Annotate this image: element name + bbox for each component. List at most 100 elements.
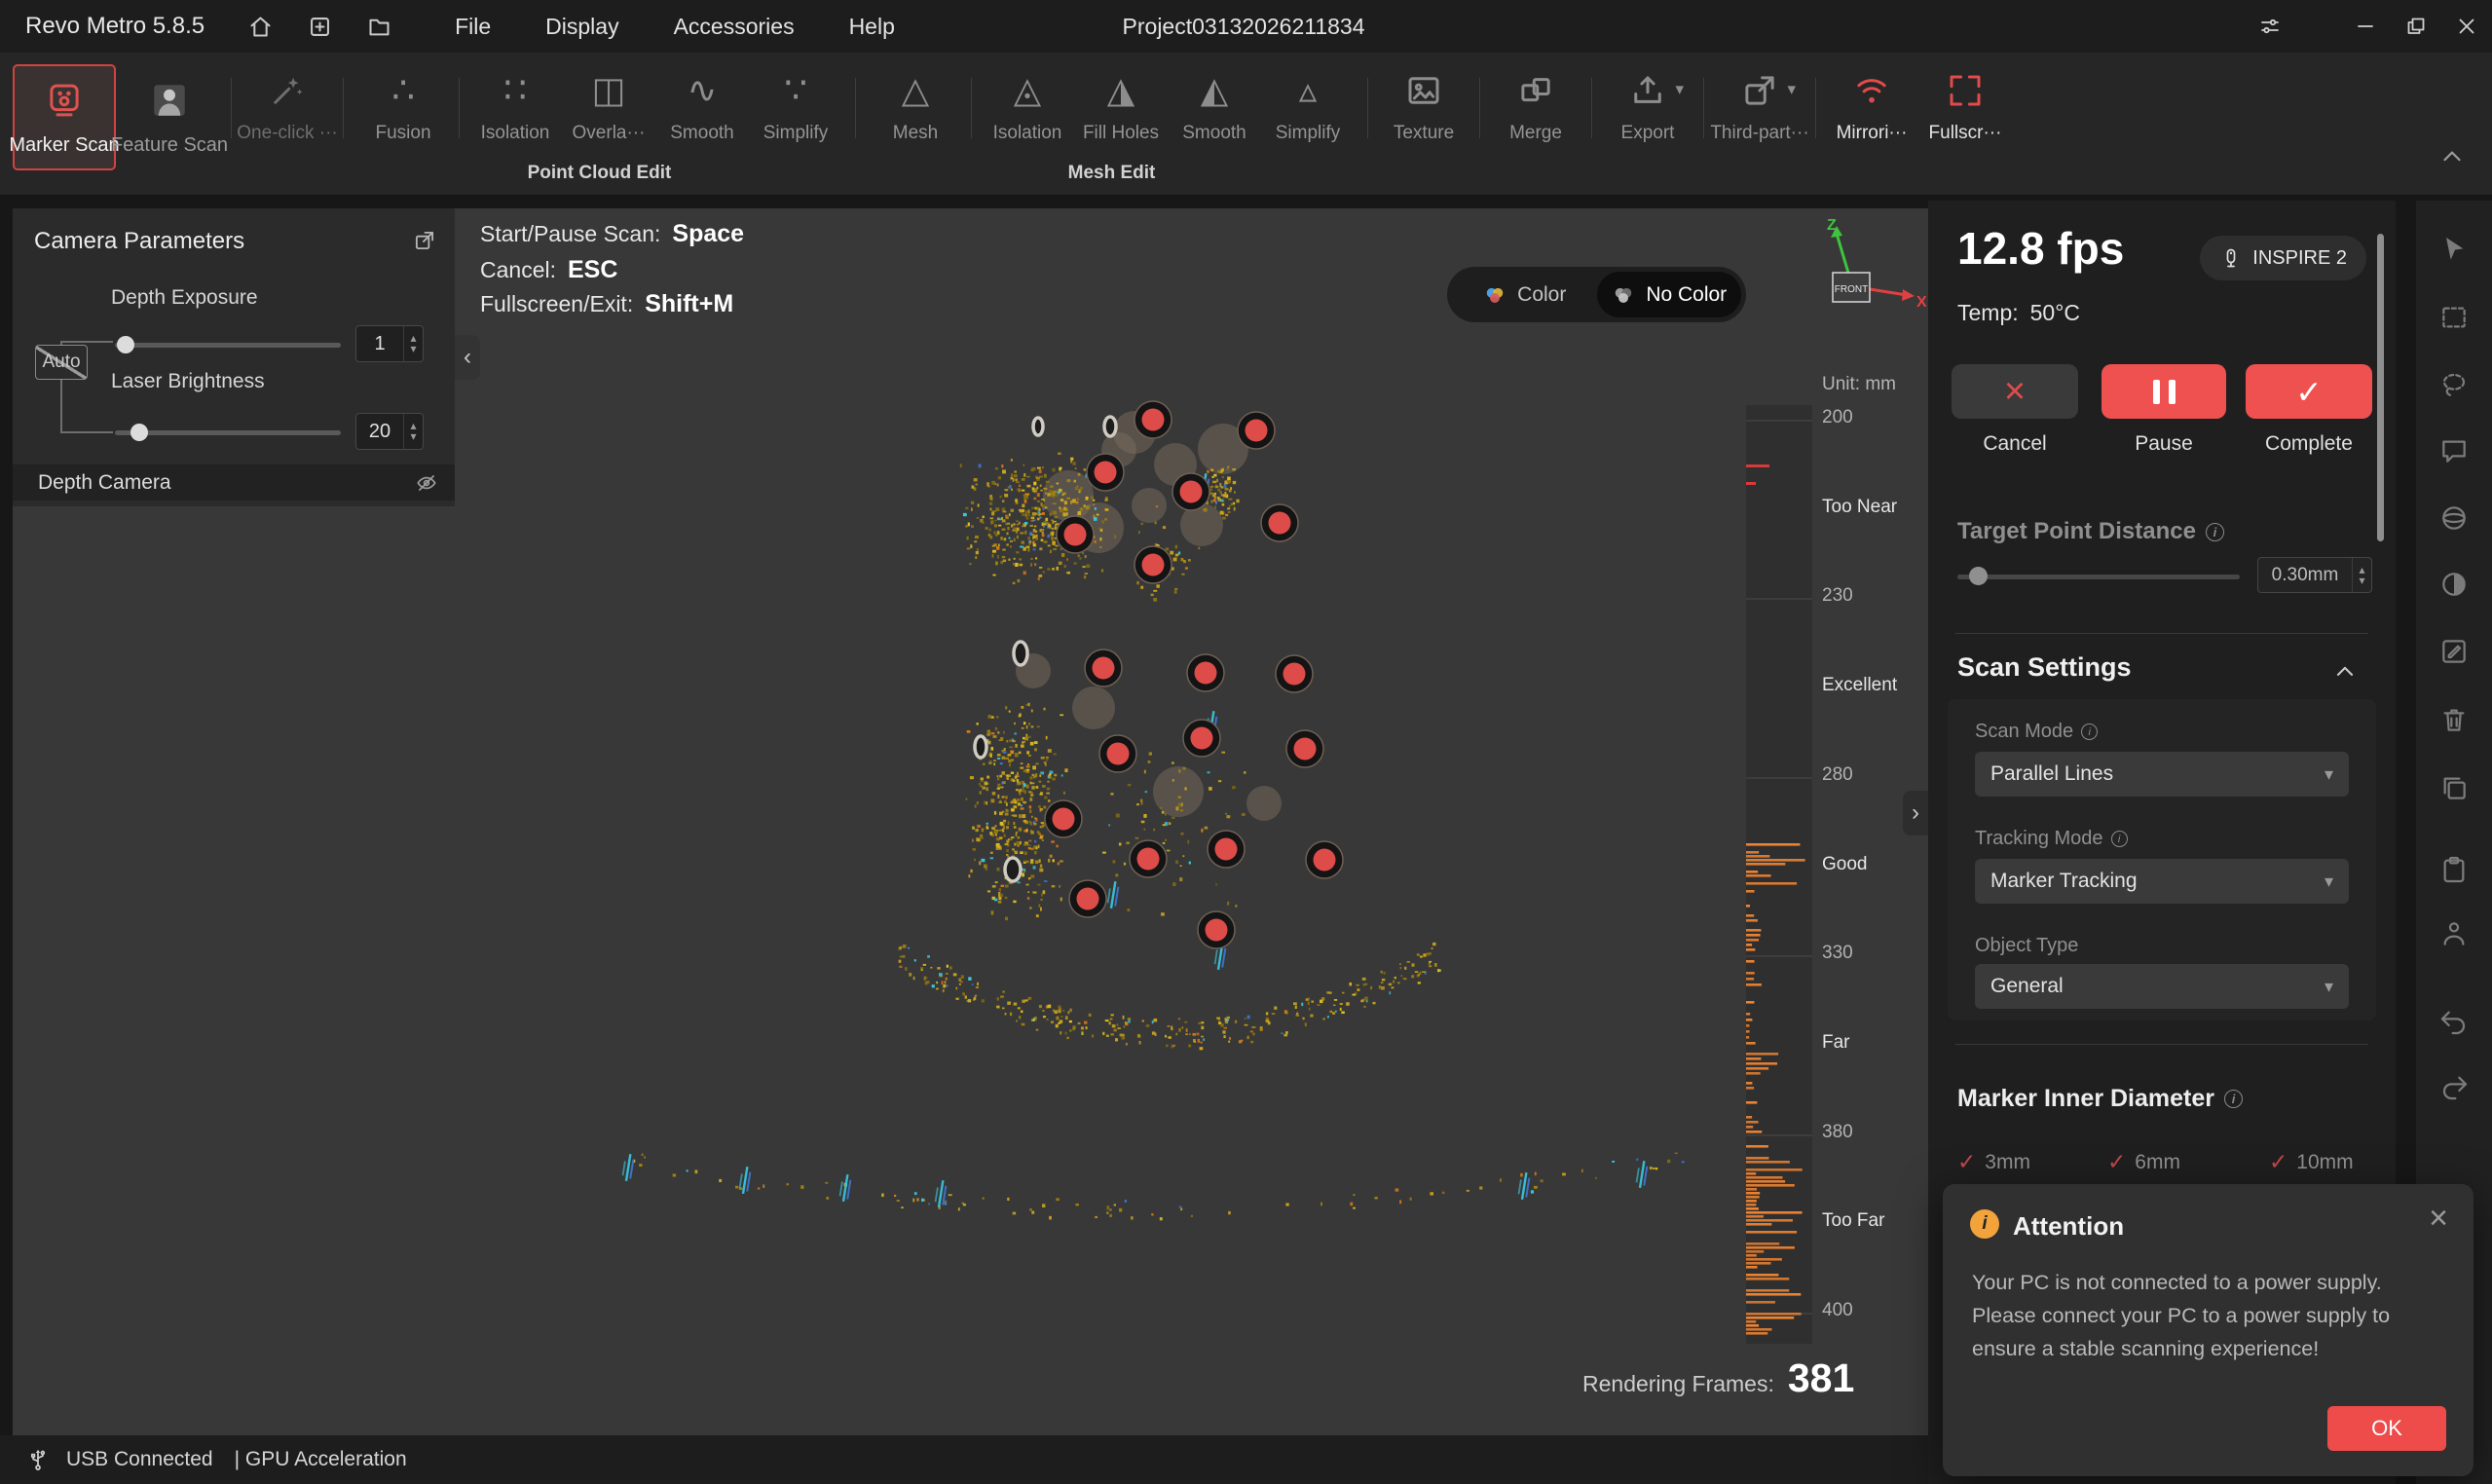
slider-handle[interactable] xyxy=(1969,567,1988,585)
checkbox-checked-icon: ✓ xyxy=(2269,1149,2287,1175)
one-click-icon xyxy=(267,68,308,113)
rendering-frames-label: Rendering Frames: xyxy=(1582,1371,1774,1397)
ribbon-separator xyxy=(1367,78,1368,138)
chevron-down-icon: ▾ xyxy=(1675,81,1684,97)
slider-handle[interactable] xyxy=(130,424,148,441)
depth-tick: 330 xyxy=(1822,943,1853,964)
tool-third-party[interactable]: ▾Third-part··· xyxy=(1714,68,1805,144)
depth-camera-row[interactable]: Depth Camera xyxy=(13,464,455,501)
pause-scan-button[interactable] xyxy=(2101,364,2226,419)
ribbon-separator xyxy=(231,78,232,138)
app-window: Revo Metro 5.8.5 FileDisplayAccessoriesH… xyxy=(0,0,2492,1484)
laser-brightness-value: 20 xyxy=(356,421,403,443)
info-icon[interactable]: i xyxy=(2111,831,2128,847)
tool-texture[interactable]: Texture xyxy=(1378,68,1469,144)
tool-one-click[interactable]: One-click ··· xyxy=(242,68,333,144)
lasso-icon[interactable] xyxy=(2438,369,2470,400)
tool-label: Texture xyxy=(1394,123,1454,144)
notification-title: Attention xyxy=(2013,1211,2124,1242)
comment-icon[interactable] xyxy=(2438,435,2470,466)
marker-diameter-label: 6mm xyxy=(2135,1151,2180,1174)
laser-brightness-stepper[interactable]: 20 ▴▾ xyxy=(355,413,424,450)
stepper-arrows-icon[interactable]: ▴▾ xyxy=(403,326,423,361)
color-option[interactable]: Color xyxy=(1452,272,1597,317)
tool-label: Overla··· xyxy=(573,123,646,144)
restore-button[interactable] xyxy=(2391,0,2441,53)
tool-fullscreen[interactable]: Fullscr··· xyxy=(1919,68,2011,144)
temp-label: Temp: xyxy=(1957,300,2019,326)
note-icon[interactable] xyxy=(2438,636,2470,667)
close-button[interactable] xyxy=(2441,0,2492,53)
ok-button[interactable]: OK xyxy=(2327,1406,2446,1451)
tool-label: Marker Scan xyxy=(9,134,119,157)
clipboard-icon[interactable] xyxy=(2438,854,2470,885)
info-icon[interactable]: i xyxy=(2081,723,2098,740)
menu-file[interactable]: File xyxy=(455,14,491,40)
tool-label: Fullscr··· xyxy=(1929,123,2002,144)
close-icon[interactable]: × xyxy=(2429,1200,2448,1238)
rect-select-icon[interactable] xyxy=(2438,302,2470,333)
ribbon-separator xyxy=(1591,78,1592,138)
laser-brightness-slider[interactable] xyxy=(115,423,341,442)
slider-track xyxy=(115,430,341,435)
preferences-icon[interactable] xyxy=(2245,0,2295,53)
sphere-icon[interactable] xyxy=(2438,502,2470,534)
tool-label: Isolation xyxy=(993,123,1062,144)
tool-mirroring[interactable]: Mirrori··· xyxy=(1826,68,1917,144)
target-point-distance-label: Target Point Distance i xyxy=(1957,518,2224,545)
open-folder-icon[interactable] xyxy=(366,14,392,40)
info-icon[interactable]: i xyxy=(2206,523,2224,541)
stepper-arrows-icon[interactable]: ▴▾ xyxy=(403,414,423,449)
new-project-icon[interactable] xyxy=(307,14,333,40)
complete-scan-button[interactable]: ✓ xyxy=(2246,364,2372,419)
select-icon[interactable] xyxy=(2438,234,2470,265)
ribbon-separator xyxy=(855,78,856,138)
device-badge[interactable]: INSPIRE 2 xyxy=(2200,236,2366,280)
tool-merge[interactable]: Merge xyxy=(1490,68,1581,144)
stepper-arrows-icon[interactable]: ▴▾ xyxy=(2352,558,2371,592)
popout-icon[interactable] xyxy=(412,228,437,253)
auto-exposure-toggle[interactable]: Auto xyxy=(35,345,88,380)
ribbon-group-title: Mesh Edit xyxy=(865,163,1358,184)
camera-panel-collapse[interactable]: ‹ xyxy=(455,335,480,380)
depth-exposure-stepper[interactable]: 1 ▴▾ xyxy=(355,325,424,362)
delete-icon[interactable] xyxy=(2438,704,2470,735)
slider-track xyxy=(115,343,341,348)
tracking-mode-dropdown[interactable]: Marker Tracking ▾ xyxy=(1975,859,2349,904)
marker-diameter-10mm[interactable]: ✓10mm xyxy=(2269,1149,2354,1175)
tool-export[interactable]: ▾ Export xyxy=(1602,68,1693,144)
tool-label: Export xyxy=(1621,123,1675,144)
redo-icon[interactable] xyxy=(2438,1071,2470,1102)
eye-off-icon[interactable] xyxy=(414,470,439,496)
scan-mode-dropdown[interactable]: Parallel Lines ▾ xyxy=(1975,752,2349,797)
marker-diameter-6mm[interactable]: ✓6mm xyxy=(2107,1149,2180,1175)
target-point-distance-stepper[interactable]: 0.30mm ▴▾ xyxy=(2257,557,2372,593)
marker-diameter-3mm[interactable]: ✓3mm xyxy=(1957,1149,2030,1175)
chevron-up-icon[interactable] xyxy=(2331,658,2359,686)
tool-feature-scan[interactable]: Feature Scan xyxy=(118,64,221,170)
ribbon-separator xyxy=(971,78,972,138)
temperature-readout: Temp: 50°C xyxy=(1957,300,2080,326)
right-panel-expander[interactable]: › xyxy=(1903,791,1928,835)
home-icon[interactable] xyxy=(247,14,274,40)
menu-accessories[interactable]: Accessories xyxy=(674,14,795,40)
depth-exposure-slider[interactable] xyxy=(115,335,341,354)
menu-help[interactable]: Help xyxy=(849,14,895,40)
ribbon-collapse-icon[interactable] xyxy=(2437,142,2467,171)
panel-scrollbar[interactable] xyxy=(2377,234,2384,541)
slider-handle[interactable] xyxy=(117,336,134,353)
undo-icon[interactable] xyxy=(2438,1006,2470,1037)
menu-display[interactable]: Display xyxy=(545,14,618,40)
measure-icon[interactable] xyxy=(2438,918,2470,949)
no-color-option[interactable]: No Color xyxy=(1597,272,1742,317)
hint-label: Start/Pause Scan: xyxy=(480,221,660,247)
object-type-dropdown[interactable]: General ▾ xyxy=(1975,964,2349,1009)
cancel-scan-button[interactable]: × xyxy=(1952,364,2078,419)
minimize-button[interactable] xyxy=(2340,0,2391,53)
copy-icon[interactable] xyxy=(2438,772,2470,803)
tool-marker-scan[interactable]: Marker Scan xyxy=(13,64,116,170)
contrast-icon[interactable] xyxy=(2438,569,2470,600)
info-icon[interactable]: i xyxy=(2224,1090,2243,1108)
ribbon-separator xyxy=(343,78,344,138)
hint-value: ESC xyxy=(568,256,617,284)
